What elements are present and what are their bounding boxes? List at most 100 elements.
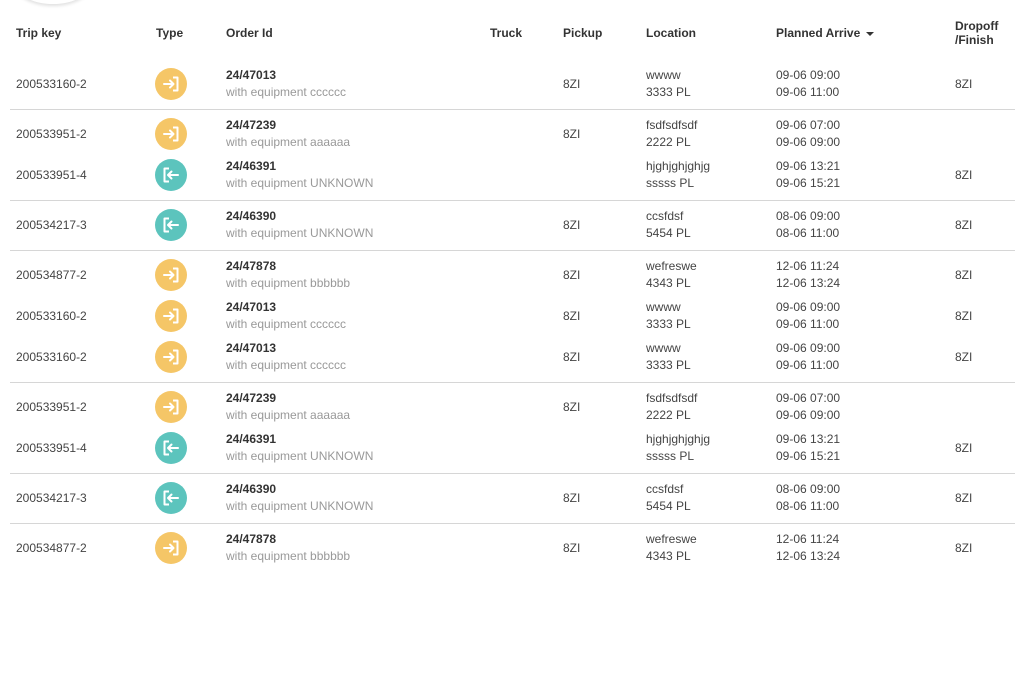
location-postcode: sssss PL [646,176,695,190]
finish-label: /Finish [955,33,994,47]
dropoff-code: 8ZI [955,441,973,455]
planned-arrive-cell: 09-06 09:00 09-06 11:00 [776,67,840,101]
type-cell [155,391,187,423]
table-row[interactable]: 200533160-2 24/47013 with equipment cccc… [0,337,1015,378]
location-postcode: 4343 PL [646,549,691,563]
location-cell: ccsfdsf 5454 PL [646,481,691,515]
location-name: hjghjghjghjg [646,159,711,173]
planned-arrive-cell: 12-06 11:24 12-06 13:24 [776,531,840,565]
dropoff-code: 8ZI [955,218,973,232]
exit-icon [155,209,187,241]
planned-arrive-label: Planned Arrive [776,26,861,40]
table-row[interactable]: 200533160-2 24/47013 with equipment cccc… [0,64,1015,105]
table-row[interactable]: 200533951-4 24/46391 with equipment UNKN… [0,155,1015,196]
arrive-to: 08-06 11:00 [776,499,840,513]
col-header-truck[interactable]: Truck [490,26,522,40]
table-header: Trip key Type Order Id Truck Pickup Loca… [0,16,1015,56]
order-equipment: with equipment UNKNOWN [226,176,374,190]
location-name: hjghjghjghjg [646,432,711,446]
col-header-order-id[interactable]: Order Id [226,26,273,40]
order-id[interactable]: 24/47013 [226,340,346,357]
pickup-code: 8ZI [563,218,581,232]
location-cell: fsdfsdfsdf 2222 PL [646,117,697,151]
order-cell: 24/46391 with equipment UNKNOWN [226,158,373,192]
sort-desc-icon [866,31,875,36]
location-cell: hjghjghjghjg sssss PL [646,431,710,465]
planned-arrive-cell: 08-06 09:00 08-06 11:00 [776,208,840,242]
arrive-from: 08-06 09:00 [776,209,841,223]
dropoff-code: 8ZI [955,491,973,505]
trip-key: 200533160-2 [16,350,87,364]
col-header-type[interactable]: Type [156,26,183,40]
arrive-to: 12-06 13:24 [776,549,841,563]
arrive-to: 12-06 13:24 [776,276,841,290]
dropoff-code: 8ZI [955,309,973,323]
order-equipment: with equipment UNKNOWN [226,499,374,513]
table-row[interactable]: 200533160-2 24/47013 with equipment cccc… [0,296,1015,337]
trip-key: 200533160-2 [16,77,87,91]
order-cell: 24/46390 with equipment UNKNOWN [226,481,373,515]
table-row[interactable]: 200534217-3 24/46390 with equipment UNKN… [0,205,1015,246]
table-row[interactable]: 200533951-2 24/47239 with equipment aaaa… [0,114,1015,155]
col-header-trip-key[interactable]: Trip key [16,26,61,40]
enter-icon [155,259,187,291]
location-cell: fsdfsdfsdf 2222 PL [646,390,697,424]
order-id[interactable]: 24/47878 [226,531,350,548]
dropoff-code: 8ZI [955,541,973,555]
arrive-from: 09-06 07:00 [776,118,841,132]
dropoff-code: 8ZI [955,350,973,364]
pickup-code: 8ZI [563,309,581,323]
arrive-to: 09-06 11:00 [776,358,840,372]
planned-arrive-cell: 09-06 07:00 09-06 09:00 [776,117,840,151]
table-row[interactable]: 200534877-2 24/47878 with equipment bbbb… [0,528,1015,569]
trip-group: 200533951-2 24/47239 with equipment aaaa… [10,387,1015,474]
arrive-from: 12-06 11:24 [776,532,840,546]
location-cell: wefreswe 4343 PL [646,531,697,565]
arrive-from: 09-06 13:21 [776,159,841,173]
order-id[interactable]: 24/46390 [226,208,373,225]
table-row[interactable]: 200534877-2 24/47878 with equipment bbbb… [0,255,1015,296]
table-row[interactable]: 200534217-3 24/46390 with equipment UNKN… [0,478,1015,519]
pickup-code: 8ZI [563,350,581,364]
order-equipment: with equipment UNKNOWN [226,226,374,240]
pickup-code: 8ZI [563,127,581,141]
order-equipment: with equipment bbbbbb [226,276,351,290]
table-row[interactable]: 200533951-2 24/47239 with equipment aaaa… [0,387,1015,428]
order-id[interactable]: 24/47239 [226,117,350,134]
order-id[interactable]: 24/46391 [226,158,373,175]
col-header-dropoff-finish[interactable]: Dropoff/Finish [955,19,998,47]
type-cell [155,532,187,564]
planned-arrive-cell: 09-06 09:00 09-06 11:00 [776,299,840,333]
col-header-location[interactable]: Location [646,26,696,40]
trip-key: 200534217-3 [16,491,87,505]
location-postcode: 2222 PL [646,408,691,422]
trip-group: 200534877-2 24/47878 with equipment bbbb… [10,255,1015,383]
dropoff-code: 8ZI [955,77,973,91]
dropoff-code: 8ZI [955,168,973,182]
order-id[interactable]: 24/47878 [226,258,350,275]
pickup-code: 8ZI [563,400,581,414]
location-name: ccsfdsf [646,482,684,496]
arrive-from: 08-06 09:00 [776,482,841,496]
order-cell: 24/46391 with equipment UNKNOWN [226,431,373,465]
order-id[interactable]: 24/47013 [226,67,346,84]
trip-group: 200534877-2 24/47878 with equipment bbbb… [10,528,1015,569]
order-id[interactable]: 24/46391 [226,431,373,448]
col-header-planned-arrive[interactable]: Planned Arrive [776,26,875,40]
type-cell [155,68,187,100]
arrive-to: 08-06 11:00 [776,226,840,240]
trip-key: 200533951-4 [16,441,87,455]
order-id[interactable]: 24/46390 [226,481,373,498]
col-header-pickup[interactable]: Pickup [563,26,602,40]
order-cell: 24/47013 with equipment cccccc [226,299,346,333]
trip-key: 200533951-2 [16,127,87,141]
planned-arrive-cell: 09-06 13:21 09-06 15:21 [776,158,840,192]
planned-arrive-cell: 12-06 11:24 12-06 13:24 [776,258,840,292]
enter-icon [155,341,187,373]
order-id[interactable]: 24/47239 [226,390,350,407]
order-id[interactable]: 24/47013 [226,299,346,316]
top-decorative-arc [14,0,92,4]
pickup-code: 8ZI [563,268,581,282]
dropoff-label: Dropoff [955,19,999,33]
table-row[interactable]: 200533951-4 24/46391 with equipment UNKN… [0,428,1015,469]
